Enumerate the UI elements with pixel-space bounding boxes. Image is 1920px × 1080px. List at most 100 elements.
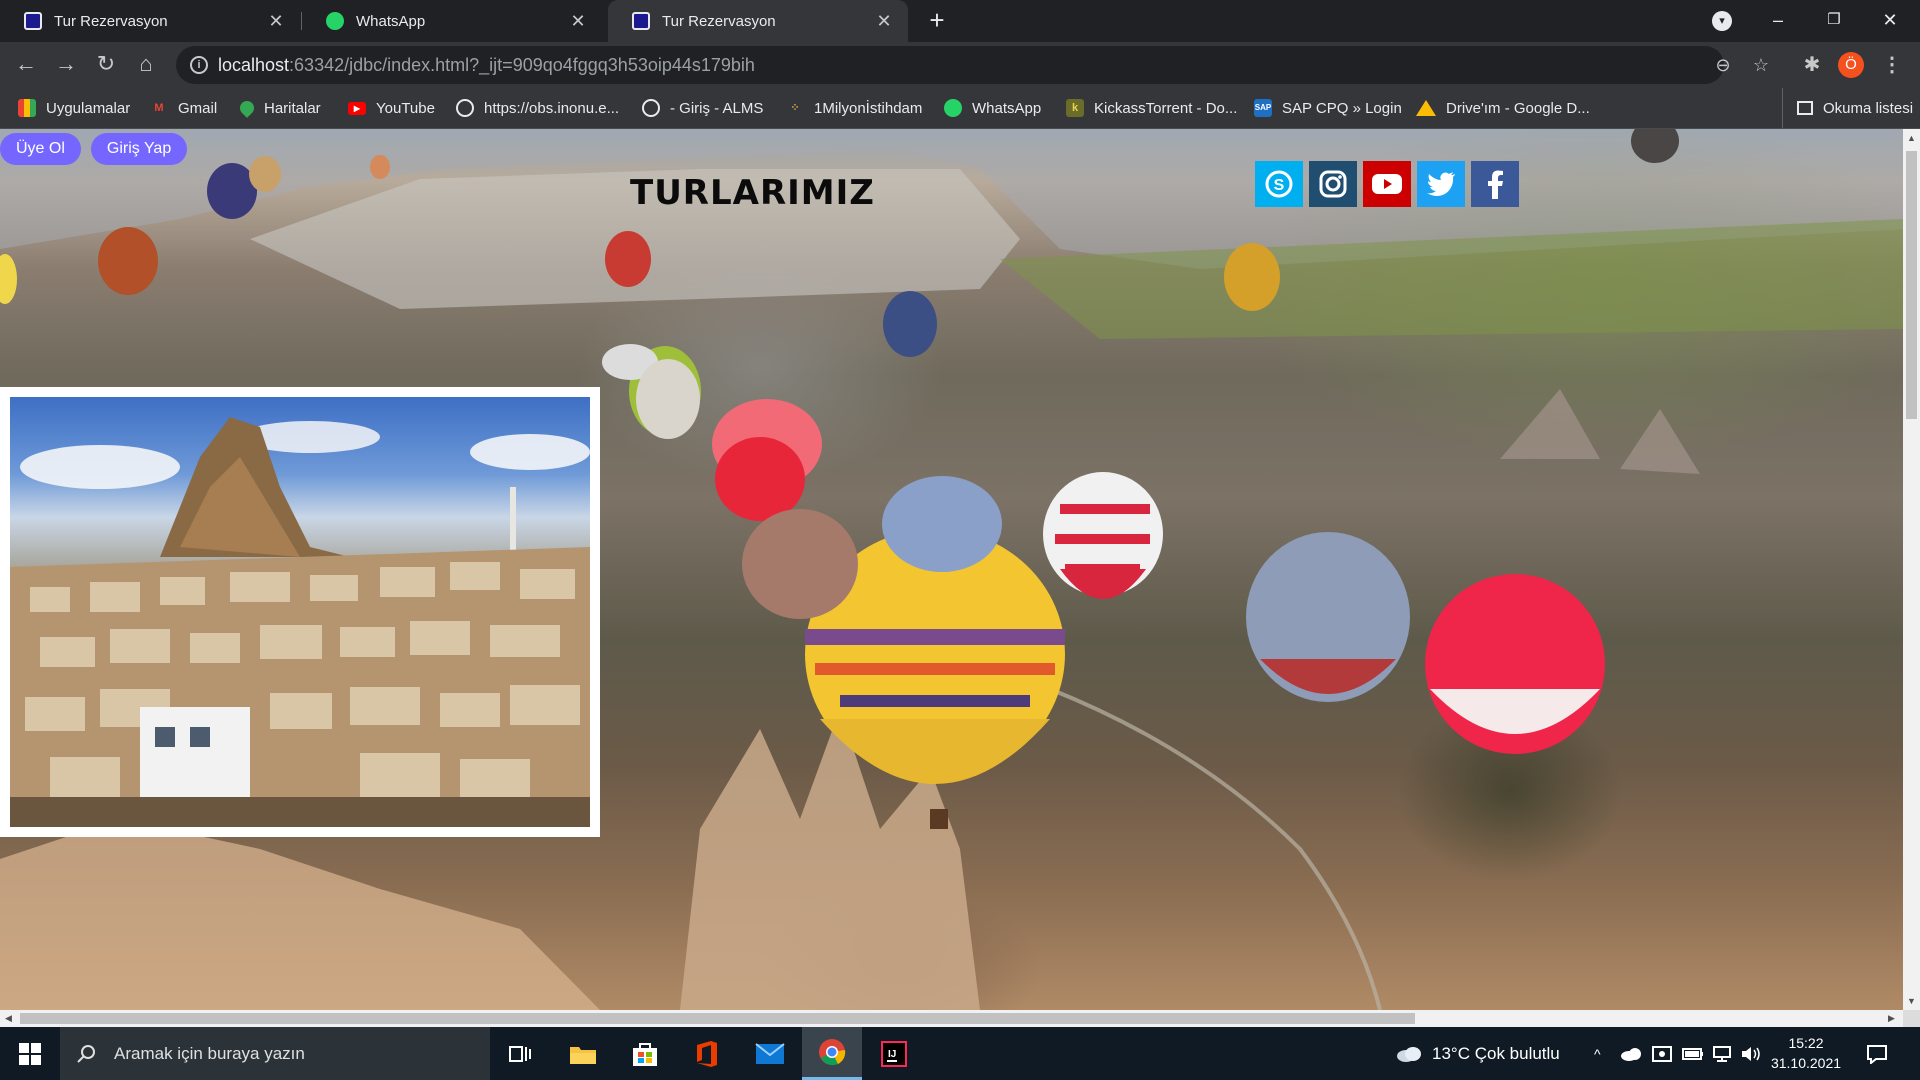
security-glyph [1652, 1045, 1672, 1062]
battery-icon[interactable] [1682, 1027, 1704, 1080]
volume-glyph [1742, 1046, 1760, 1061]
horizontal-scroll-thumb[interactable] [20, 1013, 1415, 1024]
forward-icon[interactable]: → [50, 49, 82, 81]
instagram-link[interactable] [1309, 161, 1357, 207]
tab-search-icon[interactable]: ▾ [1712, 11, 1732, 31]
maps-icon [237, 98, 257, 118]
vertical-scroll-thumb[interactable] [1906, 151, 1917, 419]
youtube-icon [1372, 174, 1402, 194]
apps-grid-icon [18, 99, 36, 117]
bookmark-sap[interactable]: SAP SAP CPQ » Login [1254, 88, 1402, 128]
notification-icon [1867, 1044, 1887, 1064]
bookmark-star-icon[interactable]: ☆ [1750, 54, 1772, 76]
facebook-icon [1488, 170, 1503, 199]
bookmark-obs[interactable]: https://obs.inonu.e... [456, 88, 619, 128]
horizontal-scrollbar[interactable]: ◀ ▶ [0, 1010, 1903, 1027]
home-icon[interactable]: ⌂ [130, 49, 162, 81]
show-hidden-icons-button[interactable]: ^ [1594, 1027, 1601, 1080]
skype-link[interactable]: S [1255, 161, 1303, 207]
bookmark-alms[interactable]: - Giriş - ALMS [642, 88, 763, 128]
close-window-button[interactable]: ✕ [1862, 0, 1918, 42]
globe-icon [642, 99, 660, 117]
notifications-button[interactable] [1866, 1027, 1888, 1080]
tab-tur-rezervasyon-1[interactable]: Tur Rezervasyon ✕ [0, 0, 300, 42]
task-view-button[interactable] [490, 1027, 550, 1080]
reload-icon[interactable]: ↻ [90, 49, 122, 81]
weather-widget[interactable]: 13°C Çok bulutlu [1396, 1027, 1560, 1080]
security-icon[interactable] [1652, 1027, 1672, 1080]
bookmark-apps[interactable]: Uygulamalar [18, 88, 130, 128]
bookmark-gmail[interactable]: M Gmail [150, 88, 217, 128]
intellij-idea-icon: IJ [881, 1040, 907, 1067]
chrome-icon [819, 1039, 846, 1066]
reading-list-button[interactable]: Okuma listesi [1782, 88, 1913, 128]
tab-tur-rezervasyon-active[interactable]: Tur Rezervasyon ✕ [608, 0, 908, 42]
gmail-icon: M [154, 102, 164, 114]
file-explorer-button[interactable] [553, 1027, 613, 1080]
town-illustration [10, 417, 590, 827]
bookmark-maps[interactable]: Haritalar [237, 88, 321, 128]
kickass-icon: k [1066, 99, 1084, 117]
start-button[interactable] [0, 1027, 60, 1080]
clock-date: 31.10.2021 [1770, 1055, 1842, 1071]
scroll-right-icon[interactable]: ▶ [1888, 1013, 1895, 1024]
close-tab-icon[interactable]: ✕ [874, 11, 894, 32]
mail-icon [755, 1042, 785, 1064]
page-viewport: Üye Ol Giriş Yap TURLARIMIZ S [0, 129, 1903, 1010]
close-tab-icon[interactable]: ✕ [266, 11, 286, 32]
zoom-icon[interactable]: ⊖ [1712, 54, 1734, 76]
scrollbar-corner [1903, 1010, 1920, 1027]
back-icon[interactable]: ← [10, 49, 42, 81]
taskbar-search-box[interactable]: Aramak için buraya yazın [60, 1027, 490, 1080]
bookmark-1milyon[interactable]: ⁘ 1Milyonİstihdam [786, 88, 922, 128]
volume-icon[interactable] [1740, 1027, 1762, 1080]
bookmark-drive[interactable]: Drive'ım - Google D... [1416, 88, 1590, 128]
reading-list-icon [1797, 101, 1813, 115]
scroll-up-icon[interactable]: ▲ [1907, 133, 1916, 143]
microsoft-store-button[interactable] [615, 1027, 675, 1080]
facebook-link[interactable] [1471, 161, 1519, 207]
instagram-icon [1319, 170, 1347, 198]
bookmark-whatsapp[interactable]: WhatsApp [944, 88, 1041, 128]
bookmark-kickass[interactable]: k KickassTorrent - Do... [1066, 88, 1237, 128]
whatsapp-favicon-icon [326, 12, 344, 30]
bookmark-youtube[interactable]: ▶ YouTube [348, 88, 435, 128]
twitter-link[interactable] [1417, 161, 1465, 207]
youtube-link[interactable] [1363, 161, 1411, 207]
site-info-icon[interactable]: i [190, 56, 208, 74]
uchisar-castle-image [10, 397, 590, 827]
profile-avatar[interactable]: Ö [1838, 52, 1864, 78]
browser-toolbar: ← → ↻ ⌂ i localhost:63342/jdbc/index.htm… [0, 42, 1920, 88]
signup-button[interactable]: Üye Ol [0, 133, 81, 165]
office-button[interactable] [677, 1027, 737, 1080]
minimize-button[interactable]: – [1750, 0, 1806, 42]
svg-text:IJ: IJ [888, 1049, 896, 1060]
auth-buttons: Üye Ol Giriş Yap [0, 133, 188, 165]
maximize-button[interactable]: ❐ [1806, 0, 1862, 42]
system-clock[interactable]: 15:22 31.10.2021 [1768, 1033, 1844, 1073]
menu-kebab-icon[interactable]: ⋮ [1878, 51, 1906, 79]
mail-button[interactable] [740, 1027, 800, 1080]
skype-icon: S [1265, 170, 1293, 198]
windows-taskbar: Aramak için buraya yazın IJ 13°C Çok bul… [0, 1027, 1920, 1080]
tab-title: Tur Rezervasyon [662, 12, 776, 30]
scroll-left-icon[interactable]: ◀ [5, 1013, 12, 1024]
scroll-down-icon[interactable]: ▼ [1907, 996, 1916, 1006]
url-text[interactable]: localhost:63342/jdbc/index.html?_ijt=909… [218, 55, 755, 76]
balloon-blue-icon [882, 476, 1002, 572]
onedrive-icon[interactable] [1620, 1027, 1642, 1080]
drive-icon [1416, 100, 1436, 116]
login-button[interactable]: Giriş Yap [90, 133, 188, 165]
address-bar[interactable]: i localhost:63342/jdbc/index.html?_ijt=9… [176, 46, 1769, 84]
extensions-puzzle-icon[interactable]: ✱ [1798, 51, 1826, 79]
featured-tour-card[interactable] [0, 387, 600, 837]
network-icon[interactable] [1712, 1027, 1732, 1080]
intellij-button[interactable]: IJ [864, 1027, 924, 1080]
new-tab-button[interactable]: + [922, 6, 952, 36]
tab-whatsapp[interactable]: WhatsApp ✕ [302, 0, 602, 42]
balloon-grey-blue-icon [1246, 532, 1410, 702]
chrome-button[interactable] [802, 1027, 862, 1080]
search-placeholder: Aramak için buraya yazın [114, 1043, 305, 1063]
close-tab-icon[interactable]: ✕ [568, 11, 588, 32]
vertical-scrollbar[interactable]: ▲ ▼ [1903, 129, 1920, 1010]
